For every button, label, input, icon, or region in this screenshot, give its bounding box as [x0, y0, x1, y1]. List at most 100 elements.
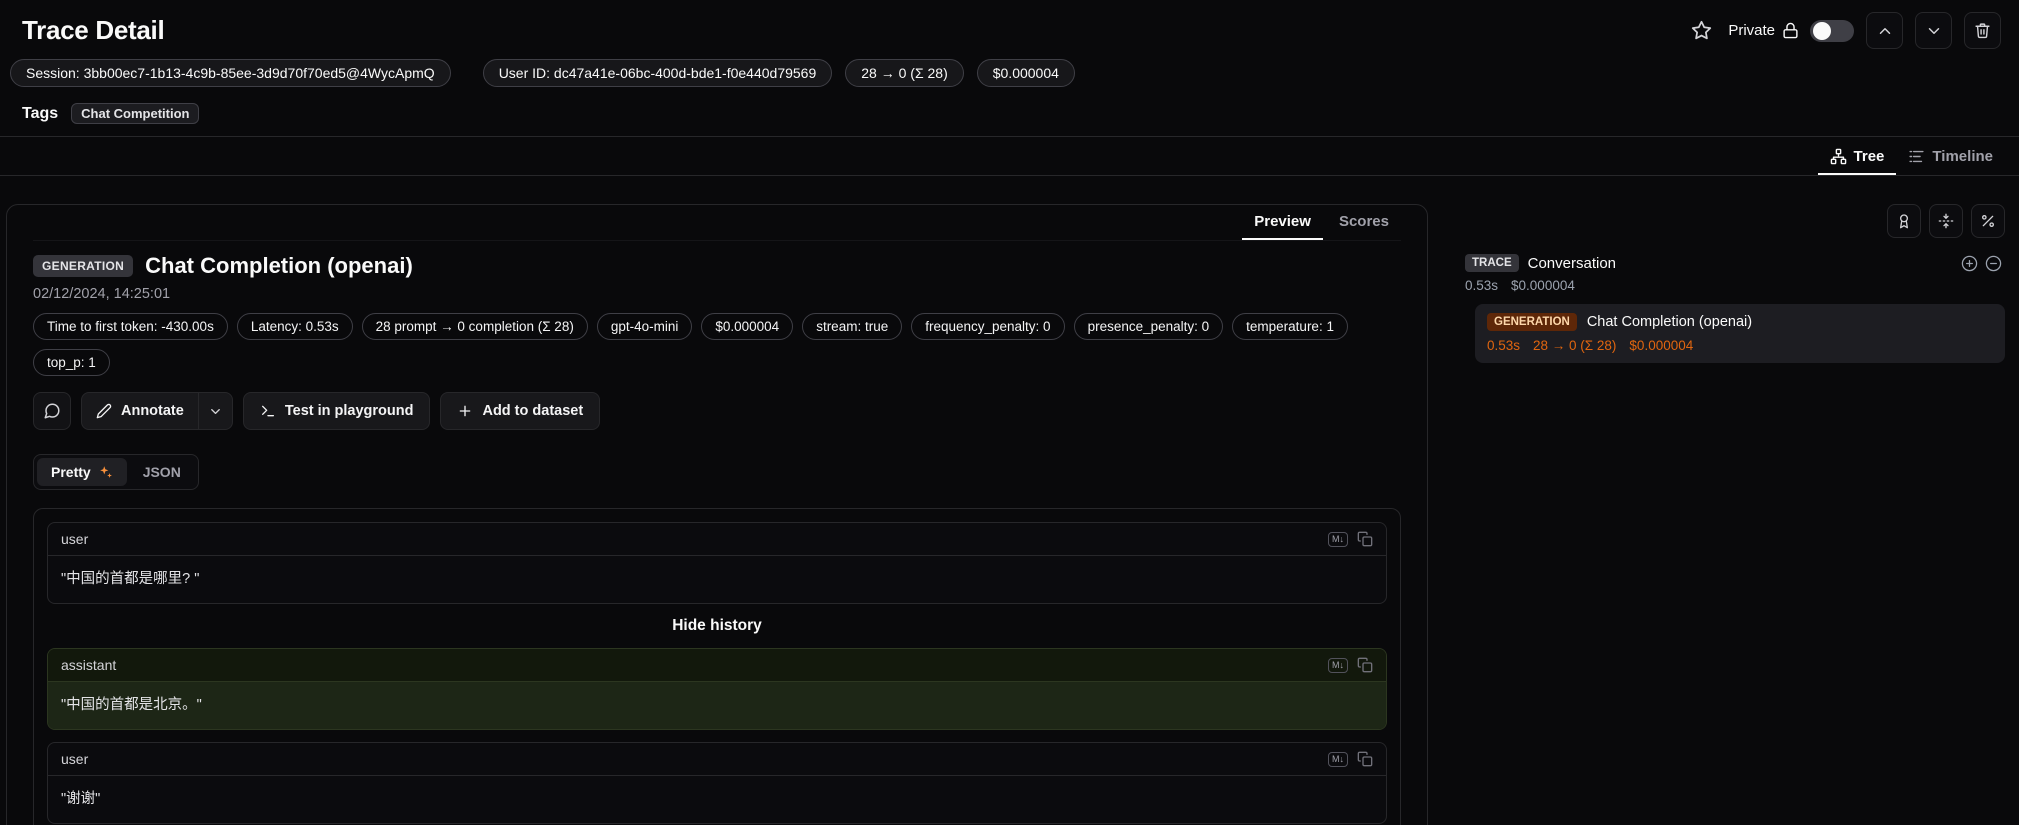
test-in-playground-button[interactable]: Test in playground	[243, 392, 431, 430]
metadata-pill: frequency_penalty: 0	[911, 313, 1064, 340]
metadata-pill: $0.000004	[701, 313, 793, 340]
pen-icon	[96, 403, 112, 419]
markdown-icon[interactable]: M↓	[1328, 658, 1348, 673]
next-trace-button[interactable]	[1915, 12, 1952, 49]
tree-node-name: Chat Completion (openai)	[1587, 314, 1752, 330]
add-to-dataset-button[interactable]: Add to dataset	[440, 392, 600, 430]
tab-tree-label: Tree	[1854, 148, 1885, 165]
view-tabs: Tree Timeline	[0, 136, 2019, 176]
observation-title: Chat Completion (openai)	[145, 253, 413, 279]
tags-row: Tags Chat Competition	[0, 97, 2019, 136]
token-usage-badge: 28 → 0 (Σ 28)	[845, 59, 963, 87]
add-to-dataset-label: Add to dataset	[482, 403, 583, 419]
tab-preview[interactable]: Preview	[1242, 205, 1323, 240]
trace-metrics: 0.53s $0.000004	[1462, 272, 2005, 304]
expand-all-icon[interactable]	[1961, 255, 1978, 272]
trace-latency: 0.53s	[1465, 278, 1498, 293]
header: Trace Detail Private	[0, 0, 2019, 53]
timeline-icon	[1908, 148, 1925, 165]
bookmark-star-button[interactable]	[1687, 16, 1716, 45]
annotate-button-group: Annotate	[81, 392, 233, 430]
detail-tabs: Preview Scores	[33, 205, 1401, 241]
plus-icon	[457, 403, 473, 419]
copy-icon[interactable]	[1357, 531, 1373, 547]
message-content: "中国的首都是哪里? "	[48, 556, 1386, 603]
message-role: user	[61, 751, 88, 767]
session-badge[interactable]: Session: 3bb00ec7-1b13-4c9b-85ee-3d9d70f…	[10, 59, 451, 87]
sparkles-icon	[98, 465, 113, 480]
user-id-badge[interactable]: User ID: dc47a41e-06bc-400d-bde1-f0e440d…	[483, 59, 833, 87]
metadata-pill: presence_penalty: 0	[1074, 313, 1224, 340]
io-messages-container: user M↓ "中国的首都是哪里? " Hide history assist…	[33, 508, 1401, 825]
metadata-pill: top_p: 1	[33, 349, 110, 376]
generation-type-badge: GENERATION	[33, 255, 133, 277]
copy-icon[interactable]	[1357, 751, 1373, 767]
json-toggle[interactable]: JSON	[129, 458, 195, 486]
trace-type-badge: TRACE	[1465, 254, 1519, 272]
hide-history-button[interactable]: Hide history	[47, 616, 1387, 636]
tags-label: Tags	[22, 105, 58, 123]
sharing-control: Private	[1728, 20, 1854, 42]
tab-tree[interactable]: Tree	[1818, 137, 1897, 175]
trace-meta-row: Session: 3bb00ec7-1b13-4c9b-85ee-3d9d70f…	[0, 53, 2019, 97]
tree-node-generation[interactable]: GENERATION Chat Completion (openai) 0.53…	[1475, 304, 2005, 363]
previous-trace-button[interactable]	[1866, 12, 1903, 49]
terminal-icon	[260, 403, 276, 419]
message-role: assistant	[61, 657, 116, 673]
comments-button[interactable]	[33, 392, 71, 430]
trace-root-row[interactable]: TRACE Conversation	[1462, 254, 2005, 272]
collapse-all-icon[interactable]	[1985, 255, 2002, 272]
tab-scores[interactable]: Scores	[1327, 205, 1401, 240]
pretty-toggle[interactable]: Pretty	[37, 458, 127, 486]
page-title: Trace Detail	[22, 15, 164, 46]
message-header: user M↓	[48, 523, 1386, 556]
observation-timestamp: 02/12/2024, 14:25:01	[33, 286, 1401, 302]
public-sharing-toggle[interactable]	[1810, 20, 1854, 42]
message-header: assistant M↓	[48, 649, 1386, 682]
metadata-pill: Latency: 0.53s	[237, 313, 353, 340]
main-content: Preview Scores GENERATION Chat Completio…	[0, 176, 2019, 825]
tree-node-header: GENERATION Chat Completion (openai)	[1487, 313, 1993, 331]
show-metrics-button[interactable]	[1971, 204, 2005, 238]
json-label: JSON	[143, 464, 181, 480]
toggle-knob	[1813, 22, 1831, 40]
annotate-label: Annotate	[121, 403, 184, 419]
comment-bubble-icon	[43, 402, 61, 420]
message-content: "谢谢"	[48, 776, 1386, 823]
observation-metadata-pills: Time to first token: -430.00s Latency: 0…	[33, 313, 1373, 376]
header-actions: Private	[1687, 12, 2001, 49]
delete-trace-button[interactable]	[1964, 12, 2001, 49]
message-header-icons: M↓	[1328, 657, 1373, 673]
message-user-2: user M↓ "谢谢"	[47, 742, 1387, 824]
tree-expand-controls	[1961, 255, 2002, 272]
metadata-pill: 28 prompt → 0 completion (Σ 28)	[362, 313, 588, 340]
message-assistant: assistant M↓ "中国的首都是北京。"	[47, 648, 1387, 730]
observation-detail-card: Preview Scores GENERATION Chat Completio…	[6, 204, 1428, 825]
markdown-icon[interactable]: M↓	[1328, 532, 1348, 547]
total-cost-badge: $0.000004	[977, 59, 1075, 87]
tab-timeline[interactable]: Timeline	[1896, 137, 2005, 175]
message-role: user	[61, 531, 88, 547]
markdown-icon[interactable]: M↓	[1328, 752, 1348, 767]
chevron-up-icon	[1876, 22, 1894, 40]
collapse-all-button[interactable]	[1929, 204, 1963, 238]
tree-icon	[1830, 148, 1847, 165]
trace-name: Conversation	[1528, 255, 1616, 272]
message-header-icons: M↓	[1328, 531, 1373, 547]
message-user-1: user M↓ "中国的首都是哪里? "	[47, 522, 1387, 604]
pretty-label: Pretty	[51, 464, 91, 480]
trace-tree-panel: TRACE Conversation 0.53s $0.000004 GENER…	[1462, 204, 2013, 363]
copy-icon[interactable]	[1357, 657, 1373, 673]
metadata-pill: Time to first token: -430.00s	[33, 313, 228, 340]
lock-icon	[1782, 22, 1799, 39]
chevron-down-icon	[1925, 22, 1943, 40]
message-header: user M↓	[48, 743, 1386, 776]
trace-cost: $0.000004	[1511, 278, 1575, 293]
chevron-down-icon	[208, 404, 223, 419]
annotate-button[interactable]: Annotate	[82, 393, 198, 429]
annotate-dropdown-button[interactable]	[198, 393, 232, 429]
observation-header: GENERATION Chat Completion (openai)	[33, 253, 1401, 279]
show-scores-button[interactable]	[1887, 204, 1921, 238]
generation-badge: GENERATION	[1487, 313, 1577, 331]
tag-chip[interactable]: Chat Competition	[71, 103, 199, 124]
